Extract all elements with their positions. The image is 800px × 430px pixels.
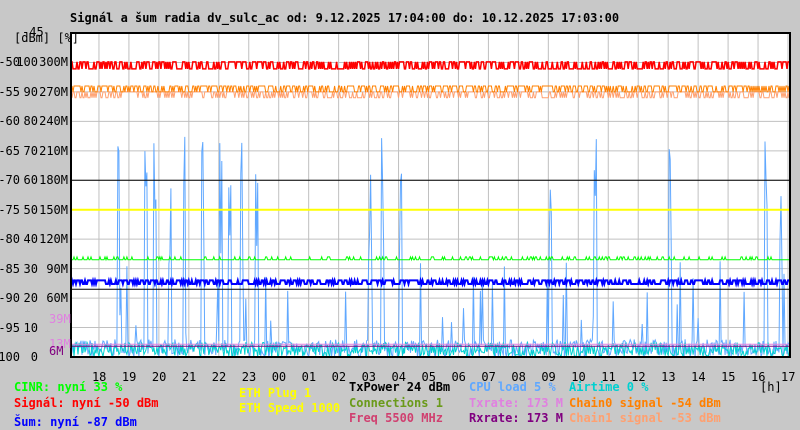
- y-tick-dbm: -90: [0, 291, 20, 306]
- legend-signal: Signál: nyní -50 dBm: [14, 396, 159, 410]
- chart-root: Signál a šum radia dv_sulc_ac od: 9.12.2…: [0, 0, 800, 430]
- y-tick-dbm: -100: [0, 350, 20, 364]
- y-tick-pct: 30: [23, 261, 38, 276]
- y-tick-dbm: -85: [0, 261, 20, 276]
- x-tick-label: 13: [661, 370, 676, 384]
- x-tick-label: 22: [211, 370, 227, 384]
- legend-chain0: Chain0 signal -54 dBm: [569, 396, 721, 410]
- y-axis-unit-label: [dBm] [%]: [14, 31, 80, 45]
- y-tick-pct: 100: [16, 55, 38, 70]
- x-axis-unit-label: [h]: [760, 380, 782, 394]
- y-tick-dbm: -80: [0, 232, 20, 247]
- legend-rxrate: Rxrate: 173 M: [469, 411, 563, 425]
- x-tick-label: 15: [721, 370, 736, 384]
- y-tick-pct: 80: [23, 114, 38, 129]
- chart-plot: [70, 32, 791, 359]
- y-tick-pct: 60: [23, 173, 38, 188]
- x-tick-label: 23: [241, 370, 257, 384]
- x-tick-label: 14: [691, 370, 706, 384]
- y-tick-pct: 90: [23, 84, 38, 99]
- legend-eth-speed: ETH Speed 1000: [239, 401, 341, 415]
- y-tick-rate: 180M: [39, 173, 68, 188]
- y-tick-dbm: -95: [0, 320, 20, 335]
- y-tick-pct: 20: [23, 291, 38, 306]
- y-tick-pct: 50: [23, 202, 38, 217]
- x-tick-label: 21: [181, 370, 197, 384]
- x-tick-label: 00: [271, 370, 287, 384]
- y-tick-dbm: -70: [0, 173, 20, 188]
- legend-connections: Connections 1: [349, 396, 443, 410]
- y-tick-pct: 0: [30, 350, 38, 364]
- rate-marker-label: 6M: [49, 344, 64, 359]
- y-tick-dbm: -60: [0, 114, 20, 129]
- legend-cpu: CPU load 5 %: [469, 380, 556, 394]
- chart-title: Signál a šum radia dv_sulc_ac od: 9.12.2…: [70, 11, 620, 25]
- legend-eth-plug: ETH Plug 1: [239, 386, 312, 400]
- x-tick-label: 17: [781, 370, 796, 384]
- y-tick-rate: 270M: [39, 84, 68, 99]
- legend-freq: Freq 5500 MHz: [349, 411, 443, 425]
- y-tick-pct: 40: [23, 232, 38, 247]
- rate-marker-label: 39M: [49, 311, 71, 326]
- y-tick-dbm: -75: [0, 202, 20, 217]
- y-tick-rate: 150M: [39, 202, 68, 217]
- legend-cinr: CINR: nyní 33 %: [14, 380, 123, 394]
- legend-txrate: Txrate: 173 M: [469, 396, 563, 410]
- x-tick-label: 01: [301, 370, 317, 384]
- legend-txpower: TxPower 24 dBm: [349, 380, 451, 394]
- legend-noise: Šum: nyní -87 dBm: [14, 415, 137, 429]
- y-tick-pct: 70: [23, 143, 38, 158]
- y-tick-rate: 210M: [39, 143, 68, 158]
- y-tick-rate: 60M: [46, 291, 68, 306]
- x-tick-label: 02: [331, 370, 347, 384]
- x-tick-label: 06: [451, 370, 466, 384]
- y-tick-rate: 240M: [39, 114, 68, 129]
- legend-airtime: Airtime 0 %: [569, 380, 649, 394]
- y-tick-rate: 120M: [39, 232, 68, 247]
- x-tick-label: 19: [121, 370, 137, 384]
- y-tick-rate: 300M: [39, 55, 68, 70]
- y-tick-pct: 10: [23, 320, 38, 335]
- legend-chain1: Chain1 signal -53 dBm: [569, 411, 721, 425]
- y-tick-dbm: -65: [0, 143, 20, 158]
- plot-background: [71, 33, 790, 357]
- x-tick-label: 20: [151, 370, 167, 384]
- y-tick-rate: 90M: [46, 261, 68, 276]
- y-tick-dbm: -55: [0, 84, 20, 99]
